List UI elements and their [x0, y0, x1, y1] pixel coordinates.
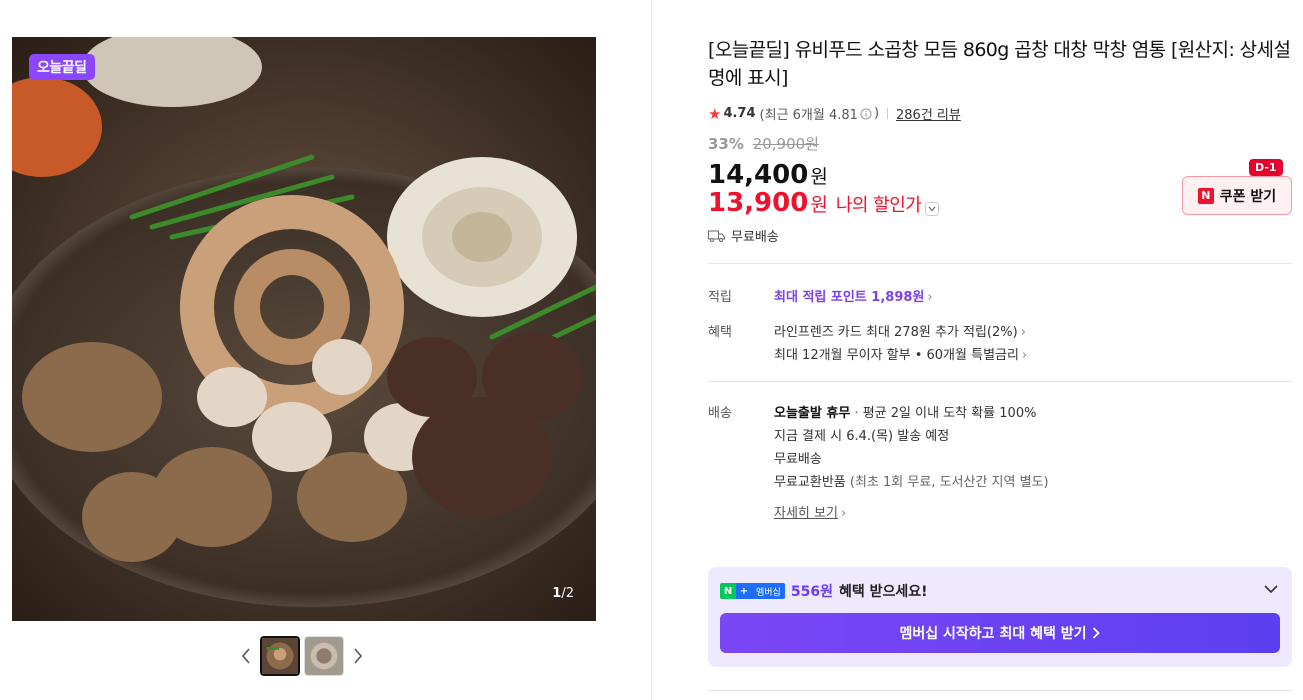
original-price: 20,900원 [752, 135, 819, 153]
membership-text: 혜택 받으세요! [838, 584, 928, 600]
points-label: 적립 [708, 290, 732, 305]
delivery-row: 배송 오늘출발 휴무 · 평균 2일 이내 도착 확률 100% 지금 결제 시… [708, 402, 1292, 525]
delivery-label: 배송 [708, 406, 732, 421]
naver-logo-icon: N [1197, 187, 1214, 204]
membership-expand[interactable] [1264, 581, 1278, 597]
rating-row: ★ 4.74 (최근 6개월 4.81 ) 286건 리뷰 [708, 104, 1292, 124]
naver-n-icon: N [720, 583, 736, 599]
section-divider [708, 263, 1292, 264]
membership-start-button[interactable]: 멤버십 시작하고 최대 혜택 받기 [720, 613, 1280, 653]
delivery-more-link[interactable]: 자세히 보기 [774, 506, 838, 521]
naver-plus-membership-logo: N + 멤버십 [720, 583, 785, 599]
chevron-right-icon [354, 648, 363, 664]
sale-price-unit: 원 [810, 166, 828, 188]
dot-separator: · [850, 406, 863, 421]
my-price: 13,900 [708, 188, 809, 218]
prev-image-button[interactable] [236, 636, 256, 676]
thumbnail-image [305, 637, 343, 675]
benefit-label: 혜택 [708, 325, 732, 340]
rating-score: 4.74 [723, 106, 756, 121]
delivery-more[interactable]: 자세히 보기 › [774, 502, 1292, 525]
membership-header[interactable]: N + 멤버십 556원 혜택 받으세요! [720, 581, 928, 601]
coupon-label: 쿠폰 받기 [1219, 188, 1277, 205]
chevron-right-icon: › [1021, 348, 1028, 363]
chevron-right-icon: › [927, 290, 933, 305]
my-price-toggle[interactable] [925, 202, 940, 216]
chevron-down-icon [928, 206, 936, 212]
reviews-link[interactable]: 286건 리뷰 [896, 104, 961, 123]
chevron-right-icon [1093, 627, 1101, 639]
benefit-card-text: 라인프렌즈 카드 최대 278원 추가 적립(2%) [774, 325, 1018, 340]
delivery-title: 오늘출발 휴무 [774, 406, 851, 421]
membership-button-label: 멤버십 시작하고 최대 혜택 받기 [899, 626, 1087, 642]
sale-price: 14,400 [708, 160, 809, 190]
delivery-line-4: 무료교환반품 (최초 1회 무료, 도서산간 지역 별도) [774, 471, 1292, 494]
membership-banner: N + 멤버십 556원 혜택 받으세요! 멤버십 시작하고 최대 혜택 받기 [708, 567, 1292, 667]
product-title: [오늘끝딜] 유비푸드 소곱창 모듬 860g 곱창 대창 막창 염통 [원산지… [708, 39, 1291, 89]
image-counter: 1/2 [552, 586, 574, 601]
star-icon: ★ [708, 104, 722, 123]
points-value[interactable]: 최대 적립 포인트 1,898원 [774, 290, 924, 305]
section-divider [708, 381, 1292, 382]
points-row: 적립 최대 적립 포인트 1,898원 › [708, 286, 1292, 309]
shipping-summary: 무료배송 [708, 226, 1292, 245]
thumbnail-strip [236, 636, 368, 676]
delivery-line-2: 지금 결제 시 6.4.(목) 발송 예정 [774, 429, 950, 444]
truck-icon [708, 230, 725, 242]
thumbnail-2[interactable] [304, 636, 344, 676]
delivery-return-note: (최초 1회 무료, 도서산간 지역 별도) [849, 475, 1049, 490]
chevron-right-icon: › [1020, 325, 1026, 340]
benefit-row: 혜택 라인프렌즈 카드 최대 278원 추가 적립(2%) › 최대 12개월 무… [708, 321, 1292, 367]
divider [887, 108, 889, 119]
benefit-installment[interactable]: 최대 12개월 무이자 할부 • 60개월 특별금리 › [774, 344, 1292, 367]
coupon-button[interactable]: N 쿠폰 받기 [1182, 176, 1292, 215]
image-counter-current: 1 [552, 586, 562, 601]
product-info: [오늘끝딜] 유비푸드 소곱창 모듬 860g 곱창 대창 막창 염통 [원산지… [708, 36, 1292, 525]
my-price-unit: 원 [810, 194, 828, 216]
info-icon[interactable] [860, 108, 872, 120]
next-image-button[interactable] [348, 636, 368, 676]
delivery-content: 오늘출발 휴무 · 평균 2일 이내 도착 확률 100% 지금 결제 시 6.… [774, 402, 1292, 525]
column-divider [651, 0, 652, 700]
benefit-card[interactable]: 라인프렌즈 카드 최대 278원 추가 적립(2%) › [774, 321, 1292, 344]
chevron-left-icon [241, 648, 250, 664]
thumbnail-image [262, 638, 298, 674]
membership-amount: 556원 [790, 584, 833, 600]
discount-row: 33% 20,900원 [708, 133, 1292, 154]
chevron-down-icon [1264, 585, 1278, 594]
delivery-avg: 평균 2일 이내 도착 확률 100% [862, 406, 1037, 421]
benefit-content: 라인프렌즈 카드 최대 278원 추가 적립(2%) › 최대 12개월 무이자 … [774, 321, 1292, 367]
delivery-line-1: 오늘출발 휴무 · 평균 2일 이내 도착 확률 100% [774, 402, 1292, 425]
product-photo [12, 37, 596, 621]
plus-icon: + [736, 583, 752, 599]
recent-rating-close: ) [873, 106, 880, 121]
chevron-right-icon: › [840, 506, 847, 521]
benefit-installment-text: 최대 12개월 무이자 할부 • 60개월 특별금리 [774, 348, 1019, 363]
shipping-text: 무료배송 [731, 230, 779, 245]
today-deal-badge: 오늘끝딜 [29, 54, 95, 80]
recent-rating: (최근 6개월 4.81 [759, 108, 858, 123]
thumbnail-1[interactable] [260, 636, 300, 676]
section-divider [708, 690, 1292, 691]
membership-logo-text: 멤버십 [752, 583, 785, 599]
discount-percent: 33% [708, 135, 744, 153]
image-counter-total: /2 [561, 586, 574, 601]
product-main-image[interactable]: 오늘끝딜 1/2 [12, 37, 596, 621]
delivery-return: 무료교환반품 [774, 475, 846, 490]
points-content[interactable]: 최대 적립 포인트 1,898원 › [774, 286, 1292, 309]
delivery-line-3: 무료배송 [774, 452, 822, 467]
dday-badge: D-1 [1249, 159, 1283, 176]
my-price-label: 나의 할인가 [835, 195, 922, 216]
